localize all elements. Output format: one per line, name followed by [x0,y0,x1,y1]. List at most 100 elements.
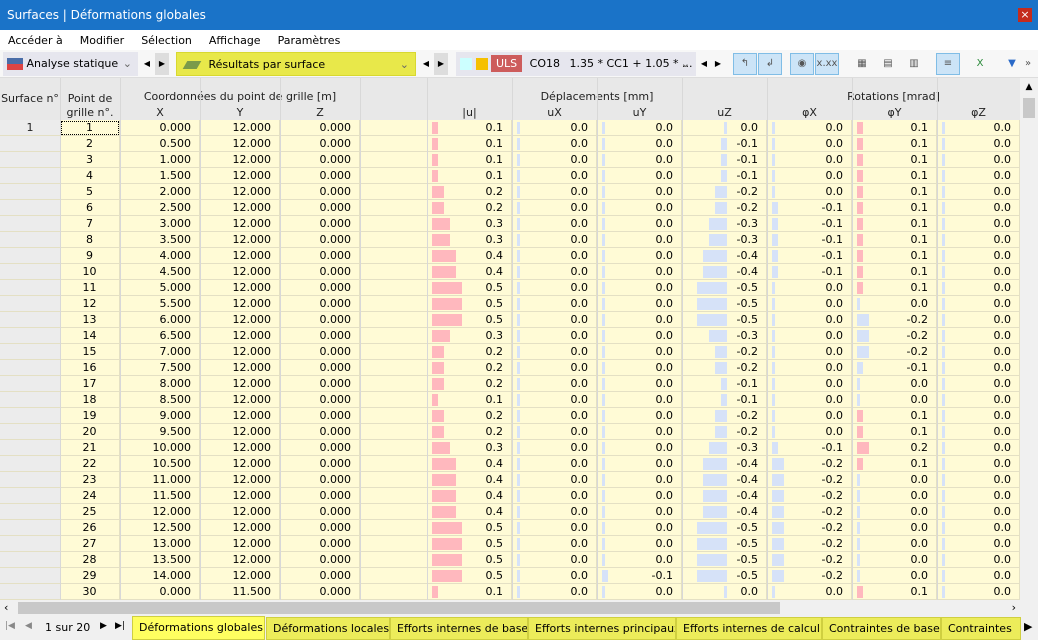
cell-phix[interactable]: 0.0 [767,280,852,296]
cell-phix[interactable]: -0.2 [767,488,852,504]
scroll-thumb[interactable] [18,602,780,614]
cell-uz[interactable]: 0.0 [682,120,767,136]
cell-uz[interactable]: -0.2 [682,200,767,216]
cell-phix[interactable]: 0.0 [767,120,852,136]
cell-uy[interactable]: 0.0 [597,184,682,200]
cell-y[interactable]: 11.500 [200,584,280,600]
cell-phiz[interactable]: 0.0 [937,200,1020,216]
cell-u[interactable]: 0.2 [427,360,512,376]
cell-point[interactable]: 17 [60,376,120,392]
cell-z[interactable]: 0.000 [280,504,360,520]
cell-phiy[interactable]: 0.1 [852,408,937,424]
next-page-icon[interactable]: ▶ [100,621,107,631]
cell-phiz[interactable]: 0.0 [937,264,1020,280]
show-values-icon[interactable]: x.xx [815,53,839,75]
table-row[interactable]: 5 2.000 12.000 0.000 0.2 0.0 0.0 -0.2 0.0 0.1 0.0 [0,184,1020,200]
cell-phiy[interactable]: 0.1 [852,456,937,472]
tab-scroll-right-icon[interactable]: ▶ [1024,620,1032,633]
cell-ux[interactable]: 0.0 [512,552,597,568]
cell-ux[interactable]: 0.0 [512,136,597,152]
tab-deformations-globales[interactable]: Déformations globales [132,616,265,640]
cell-x[interactable]: 13.500 [120,552,200,568]
cell-y[interactable]: 12.000 [200,216,280,232]
cell-x[interactable]: 13.000 [120,536,200,552]
cell-point[interactable]: 20 [60,424,120,440]
cell-phiz[interactable]: 0.0 [937,328,1020,344]
cell-phiz[interactable]: 0.0 [937,520,1020,536]
cell-point[interactable]: 25 [60,504,120,520]
cell-uz[interactable]: -0.3 [682,232,767,248]
cell-phiz[interactable]: 0.0 [937,424,1020,440]
cell-y[interactable]: 12.000 [200,232,280,248]
cell-x[interactable]: 6.000 [120,312,200,328]
table-row[interactable]: 9 4.000 12.000 0.000 0.4 0.0 0.0 -0.4 -0.1 0.1 0.0 [0,248,1020,264]
cell-y[interactable]: 12.000 [200,248,280,264]
table-row[interactable]: 19 9.000 12.000 0.000 0.2 0.0 0.0 -0.2 0.0 0.1 0.0 [0,408,1020,424]
cell-phix[interactable]: -0.1 [767,440,852,456]
cell-uy[interactable]: 0.0 [597,264,682,280]
cell-point[interactable]: 18 [60,392,120,408]
cell-ux[interactable]: 0.0 [512,328,597,344]
cell-y[interactable]: 12.000 [200,296,280,312]
next-arrow-icon[interactable]: ▶ [711,53,725,75]
cell-ux[interactable]: 0.0 [512,584,597,600]
cell-z[interactable]: 0.000 [280,568,360,584]
cell-y[interactable]: 12.000 [200,120,280,136]
table-row[interactable]: 8 3.500 12.000 0.000 0.3 0.0 0.0 -0.3 -0.1 0.1 0.0 [0,232,1020,248]
cell-uy[interactable]: 0.0 [597,168,682,184]
table-row[interactable]: 10 4.500 12.000 0.000 0.4 0.0 0.0 -0.4 -0.1 0.1 0.… [0,264,1020,280]
bar-chart-icon[interactable]: ≡ [936,53,960,75]
cell-x[interactable]: 5.500 [120,296,200,312]
cell-phix[interactable]: -0.2 [767,504,852,520]
cell-x[interactable]: 10.000 [120,440,200,456]
cell-z[interactable]: 0.000 [280,248,360,264]
cell-phiy[interactable]: 0.0 [852,504,937,520]
cell-uy[interactable]: 0.0 [597,552,682,568]
cell-u[interactable]: 0.3 [427,232,512,248]
cell-phiz[interactable]: 0.0 [937,296,1020,312]
cell-phiy[interactable]: 0.1 [852,216,937,232]
cell-phix[interactable]: 0.0 [767,296,852,312]
table-row[interactable]: 20 9.500 12.000 0.000 0.2 0.0 0.0 -0.2 0.0 0.1 0.0 [0,424,1020,440]
cell-point[interactable]: 6 [60,200,120,216]
scroll-up-icon[interactable]: ▲ [1020,82,1038,92]
table-row[interactable]: 28 13.500 12.000 0.000 0.5 0.0 0.0 -0.5 -0.2 0.0 0… [0,552,1020,568]
next-arrow-icon[interactable]: ▶ [434,53,448,75]
cell-phix[interactable]: 0.0 [767,344,852,360]
cell-phiz[interactable]: 0.0 [937,392,1020,408]
cell-y[interactable]: 12.000 [200,392,280,408]
cell-point[interactable]: 26 [60,520,120,536]
cell-uz[interactable]: -0.4 [682,488,767,504]
cell-ux[interactable]: 0.0 [512,312,597,328]
cell-uy[interactable]: 0.0 [597,120,682,136]
cell-phiy[interactable]: 0.0 [852,488,937,504]
cell-x[interactable]: 0.000 [120,584,200,600]
cell-y[interactable]: 12.000 [200,312,280,328]
prev-arrow-icon[interactable]: ◀ [697,53,711,75]
table-row[interactable]: 14 6.500 12.000 0.000 0.3 0.0 0.0 -0.3 0.0 -0.2 0.… [0,328,1020,344]
cell-y[interactable]: 12.000 [200,360,280,376]
cell-phiy[interactable]: 0.0 [852,552,937,568]
cell-uz[interactable]: -0.1 [682,376,767,392]
cell-phix[interactable]: -0.1 [767,200,852,216]
cell-phiy[interactable]: 0.1 [852,184,937,200]
cell-z[interactable]: 0.000 [280,120,360,136]
cell-z[interactable]: 0.000 [280,408,360,424]
cell-phiy[interactable]: 0.0 [852,472,937,488]
table-row[interactable]: 12 5.500 12.000 0.000 0.5 0.0 0.0 -0.5 0.0 0.0 0.0 [0,296,1020,312]
cell-y[interactable]: 12.000 [200,152,280,168]
cell-phiy[interactable]: -0.1 [852,360,937,376]
cell-uz[interactable]: -0.1 [682,152,767,168]
cell-x[interactable]: 9.500 [120,424,200,440]
cell-point[interactable]: 13 [60,312,120,328]
cell-z[interactable]: 0.000 [280,200,360,216]
cell-ux[interactable]: 0.0 [512,216,597,232]
cell-phiy[interactable]: 0.2 [852,440,937,456]
cell-uz[interactable]: -0.5 [682,280,767,296]
cell-phix[interactable]: -0.1 [767,264,852,280]
cell-z[interactable]: 0.000 [280,392,360,408]
cell-ux[interactable]: 0.0 [512,152,597,168]
cell-phix[interactable]: -0.2 [767,472,852,488]
cell-ux[interactable]: 0.0 [512,184,597,200]
tab-contraintes[interactable]: Contraintes [941,617,1021,640]
